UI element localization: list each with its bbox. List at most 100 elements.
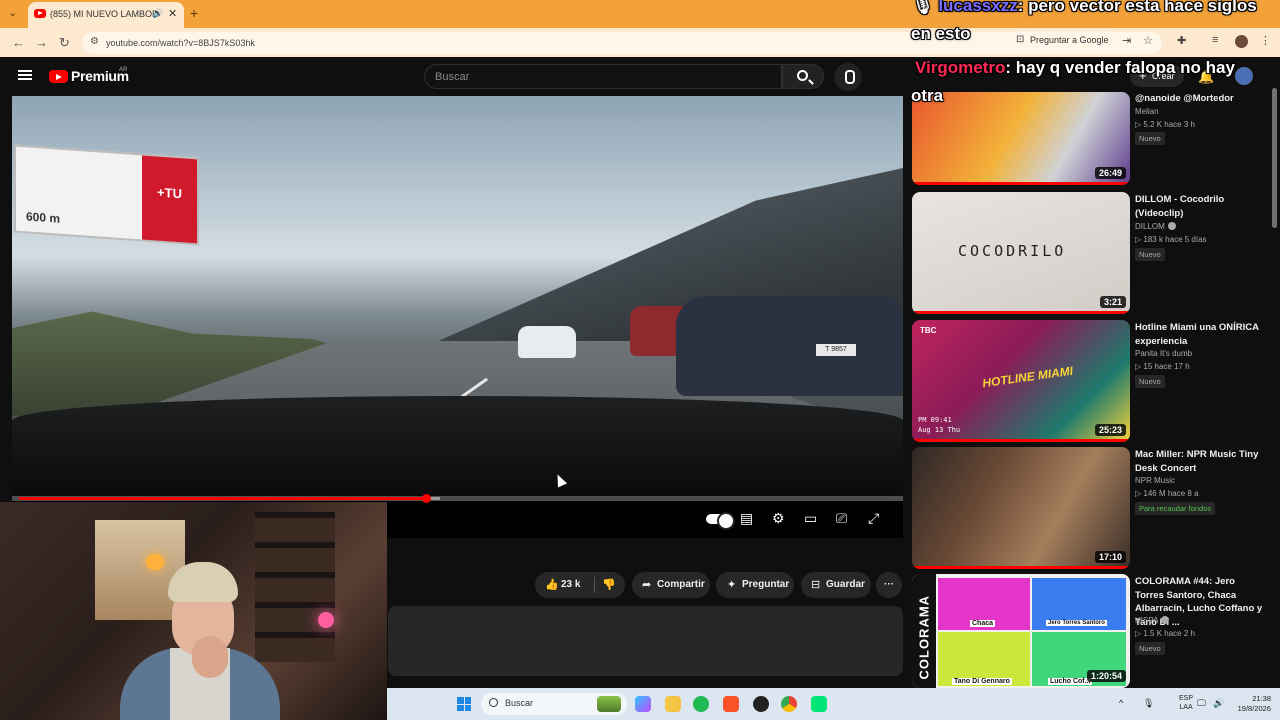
channel-name[interactable]: Melian (1135, 107, 1159, 116)
recommendation-item[interactable]: COCODRILO 3:21 DILLOM - Cocodrilo (Video… (912, 192, 1280, 314)
video-progress-bar[interactable] (19, 494, 889, 503)
more-actions-button[interactable]: ··· (876, 572, 902, 598)
search-button[interactable] (782, 64, 824, 89)
recommendation-item[interactable]: TBC HOTLINE MIAMI PM 09:41 Aug 13 Thu 25… (912, 320, 1280, 442)
fundraiser-badge: Para recaudar fondos (1135, 502, 1216, 515)
new-badge: Nuevo (1135, 248, 1165, 261)
volume-icon[interactable]: 🔊 (1213, 698, 1224, 709)
save-button[interactable]: ⊟ Guardar (801, 572, 871, 598)
thumb-name: Chaca (970, 620, 996, 627)
windows-start-icon[interactable] (457, 697, 471, 711)
tab-title: (855) MI NUEVO LAMBORG (50, 9, 158, 19)
install-icon[interactable]: ⇥ (1122, 34, 1131, 47)
clock-time: 21:38 (1252, 694, 1271, 703)
video-title[interactable]: DILLOM - Cocodrilo (Videoclip) (1135, 193, 1265, 220)
new-badge: Nuevo (1135, 132, 1165, 145)
search-box (424, 64, 782, 89)
forward-icon[interactable]: → (35, 35, 48, 50)
watched-progress (912, 439, 1130, 442)
menu-hamburger-icon[interactable] (18, 70, 32, 80)
video-thumbnail[interactable]: COLORAMA Chaca Jero Torres Santoro Tano … (912, 574, 1130, 688)
subtitles-icon[interactable]: ▤ (740, 510, 753, 527)
theater-mode-icon[interactable]: ▭ (804, 510, 817, 527)
tab-search-chevron-icon[interactable]: ⌄ (8, 6, 22, 20)
progress-scrubber[interactable] (422, 494, 432, 503)
video-title[interactable]: Hotline Miami una ONÍRICA experiencia (1135, 321, 1265, 348)
voice-search-mic-icon[interactable] (834, 63, 862, 91)
back-icon[interactable]: ← (12, 35, 25, 50)
channel-name[interactable]: Panita It's dumb (1135, 349, 1192, 358)
cast-icon[interactable]: ⎚ (836, 510, 847, 527)
recommendation-item[interactable]: COLORAMA Chaca Jero Torres Santoro Tano … (912, 574, 1280, 688)
video-thumbnail[interactable]: TBC HOTLINE MIAMI PM 09:41 Aug 13 Thu 25… (912, 320, 1130, 442)
taskbar-clock[interactable]: 21:38 19/8/2026 (1225, 694, 1271, 714)
spotify-icon[interactable] (693, 696, 709, 712)
thumb-name: Jero Torres Santoro (1046, 620, 1107, 626)
video-duration: 3:21 (1099, 296, 1126, 308)
search-icon (489, 698, 498, 707)
chat-message: 🎙 lucassxzz: pero vector esta hace siglo… (912, 0, 1257, 16)
channel-name[interactable]: NPR Music (1135, 476, 1175, 485)
brave-icon[interactable] (723, 696, 739, 712)
video-meta: ▷ 146 M hace 8 a (1135, 489, 1199, 498)
sparkle-icon: ✦ (727, 579, 737, 591)
youtube-account-avatar[interactable] (1235, 67, 1253, 85)
channel-name[interactable]: HISPA (1135, 616, 1170, 625)
ask-google-button[interactable]: Preguntar a Google (1008, 31, 1117, 51)
keyboard-language[interactable]: ESP LAA (1179, 694, 1193, 712)
like-thumb-icon[interactable]: 👍 (545, 572, 559, 598)
scrollbar-thumb[interactable] (1272, 88, 1277, 228)
chrome-menu-icon[interactable]: ⋮ (1260, 34, 1271, 47)
media-controls-icon[interactable]: ≡ (1212, 34, 1218, 46)
billboard-distance: 600 m (26, 209, 61, 226)
copilot-icon[interactable] (635, 696, 651, 712)
reload-icon[interactable]: ↻ (59, 35, 70, 51)
bookmark-star-icon[interactable]: ☆ (1143, 34, 1153, 47)
settings-gear-icon[interactable]: ⚙ (772, 510, 785, 527)
country-code: AR (119, 67, 128, 73)
video-thumbnail[interactable]: 17:10 (912, 447, 1130, 569)
thumbnail-tag: TBC (920, 326, 937, 335)
chat-username: Virgometro (915, 58, 1006, 77)
lang-bottom: LAA (1179, 704, 1193, 711)
channel-name[interactable]: DILLOM (1135, 222, 1176, 231)
recommendation-item[interactable]: 26:49 @nanoide @Mortedor Melian ▷ 5.2 K … (912, 92, 1280, 187)
streamer-person (120, 562, 280, 720)
video-title[interactable]: Mac Miller: NPR Music Tiny Desk Concert (1135, 448, 1265, 475)
close-tab-icon[interactable]: ✕ (168, 7, 177, 20)
youtube-logo-icon[interactable] (49, 70, 68, 83)
recommendation-item[interactable]: 17:10 Mac Miller: NPR Music Tiny Desk Co… (912, 447, 1280, 569)
video-player[interactable]: 600 m +TU T 9857 ▤ ⚙ ▭ ⎚ ⤢ (12, 96, 903, 538)
tray-chevron-icon[interactable]: ^ (1119, 698, 1123, 708)
chrome-profile-avatar[interactable] (1235, 35, 1248, 48)
share-button[interactable]: ➦ Compartir (632, 572, 710, 598)
search-input[interactable] (435, 69, 765, 85)
video-duration: 1:20:54 (1086, 670, 1126, 682)
video-title[interactable]: @nanoide @Mortedor (1135, 92, 1265, 106)
video-thumbnail[interactable]: 26:49 (912, 92, 1130, 185)
autoplay-toggle[interactable] (706, 512, 735, 530)
video-thumbnail[interactable]: COCODRILO 3:21 (912, 192, 1130, 314)
site-info-icon[interactable]: ⚙ (90, 36, 99, 47)
fullscreen-icon[interactable]: ⤢ (868, 510, 879, 527)
app-icon[interactable] (753, 696, 769, 712)
address-bar[interactable]: ⚙ youtube.com/watch?v=8BJS7kS03hk (82, 32, 1162, 54)
extensions-icon[interactable]: ✚ (1177, 34, 1186, 47)
chrome-icon[interactable] (781, 696, 797, 712)
description-box[interactable] (388, 606, 903, 676)
file-explorer-icon[interactable] (665, 696, 681, 712)
dislike-thumb-icon[interactable]: 👎 (602, 572, 616, 598)
network-icon[interactable]: 🖵 (1197, 698, 1206, 709)
new-tab-icon[interactable]: + (190, 5, 198, 21)
url-text: youtube.com/watch?v=8BJS7kS03hk (106, 38, 255, 48)
app-icon-green[interactable] (811, 696, 827, 712)
like-count[interactable]: 23 k (561, 572, 580, 598)
widgets-icon[interactable] (597, 696, 621, 712)
recommendations-sidebar: 26:49 @nanoide @Mortedor Melian ▷ 5.2 K … (912, 92, 1280, 688)
ask-button[interactable]: ✦ Preguntar (716, 572, 794, 598)
tray-mic-icon[interactable]: 🎙 (1143, 698, 1154, 709)
browser-tab-active[interactable]: (855) MI NUEVO LAMBORG 🔊 ✕ (28, 2, 184, 28)
speaker-icon[interactable]: 🔊 (152, 8, 163, 19)
thumbnail-text: COLORAMA (916, 594, 932, 680)
search-icon (797, 70, 808, 81)
